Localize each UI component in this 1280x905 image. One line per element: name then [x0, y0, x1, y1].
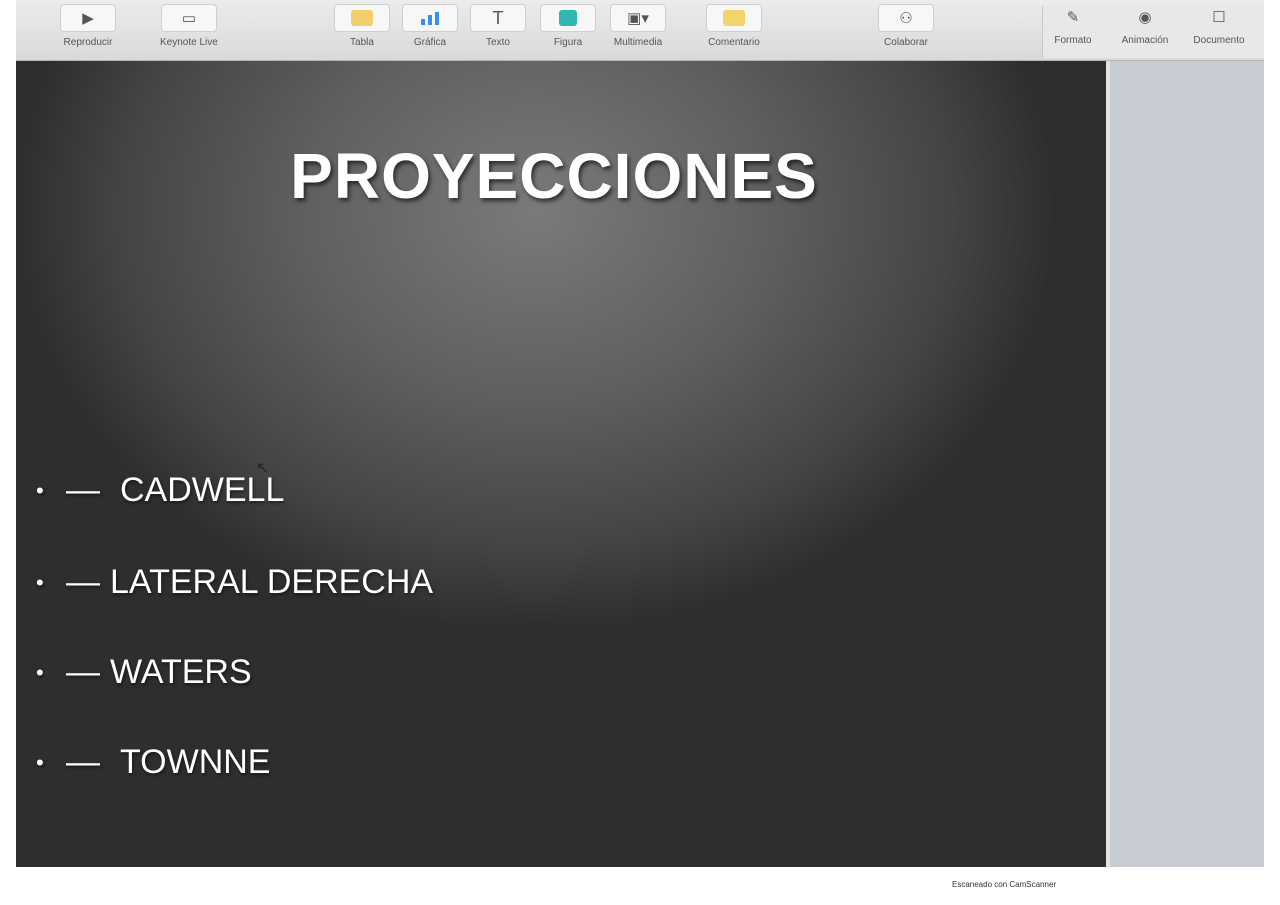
chart-button[interactable]: Gráfica	[402, 4, 458, 48]
bullet-text: WATERS	[110, 653, 252, 691]
comment-label: Comentario	[708, 37, 760, 48]
bullet-dash: —	[66, 563, 100, 601]
shape-button[interactable]: Figura	[540, 4, 596, 48]
media-icon: ▣▾	[610, 4, 666, 32]
bullet-dash: —	[66, 743, 100, 781]
animate-label: Animación	[1121, 35, 1169, 46]
document-icon: ☐	[1212, 9, 1226, 26]
document-button[interactable]: ☐ Documento	[1192, 4, 1246, 46]
chart-label: Gráfica	[413, 37, 447, 48]
collaborate-icon: ⚇	[878, 4, 934, 32]
bullet-dot-icon: •	[36, 569, 44, 595]
keynote-live-label: Keynote Live	[160, 37, 218, 48]
keynote-live-icon: ▭	[160, 4, 217, 32]
toolbar: ▶ Reproducir ▭ Keynote Live Tabla Gráfic…	[16, 0, 1264, 61]
text-icon: T	[470, 4, 526, 32]
chart-icon	[402, 4, 458, 32]
shape-icon	[540, 4, 596, 32]
animate-icon: ◉	[1138, 9, 1152, 26]
media-button[interactable]: ▣▾ Multimedia	[610, 4, 666, 48]
bullet-item[interactable]: • — TOWNNE	[36, 743, 270, 782]
comment-button[interactable]: Comentario	[706, 4, 762, 48]
keynote-window: ▶ Reproducir ▭ Keynote Live Tabla Gráfic…	[16, 0, 1264, 867]
document-label: Documento	[1193, 35, 1245, 46]
play-icon: ▶	[60, 4, 116, 32]
format-label: Formato	[1054, 35, 1092, 46]
bullet-dash: —	[66, 653, 100, 691]
mouse-cursor-icon: ↖	[256, 460, 270, 477]
table-icon	[334, 4, 390, 32]
play-label: Reproducir	[63, 37, 113, 48]
bullet-item[interactable]: • — WATERS	[36, 653, 252, 692]
bullet-dot-icon: •	[36, 749, 44, 775]
bullet-dot-icon: •	[36, 477, 44, 503]
text-label: Texto	[486, 37, 510, 48]
format-button[interactable]: ✎ Formato	[1046, 4, 1100, 46]
bullet-item[interactable]: • — CADWELL	[36, 471, 284, 510]
shape-label: Figura	[553, 37, 583, 48]
bullet-dot-icon: •	[36, 659, 44, 685]
animate-button[interactable]: ◉ Animación	[1118, 4, 1172, 46]
scan-watermark: Escaneado con CamScanner	[952, 880, 1057, 889]
text-button[interactable]: T Texto	[470, 4, 526, 48]
media-label: Multimedia	[613, 37, 663, 48]
bullet-text: TOWNNE	[120, 743, 271, 781]
comment-icon	[706, 4, 762, 32]
inspector-panel	[1106, 61, 1264, 867]
bullet-text: LATERAL DERECHA	[110, 563, 434, 601]
slide-title[interactable]: PROYECCIONES	[16, 139, 1092, 213]
brush-icon: ✎	[1066, 9, 1080, 26]
collaborate-button[interactable]: ⚇ Colaborar	[878, 4, 934, 48]
bullet-dash: —	[66, 471, 100, 509]
collaborate-label: Colaborar	[884, 37, 928, 48]
bullet-item[interactable]: • — LATERAL DERECHA	[36, 563, 433, 602]
table-label: Tabla	[350, 37, 374, 48]
play-button[interactable]: ▶ Reproducir	[60, 4, 116, 48]
keynote-live-button[interactable]: ▭ Keynote Live	[160, 4, 218, 48]
table-button[interactable]: Tabla	[334, 4, 390, 48]
slide-canvas[interactable]: PROYECCIONES • — CADWELL • — LATERAL DER…	[16, 61, 1106, 867]
